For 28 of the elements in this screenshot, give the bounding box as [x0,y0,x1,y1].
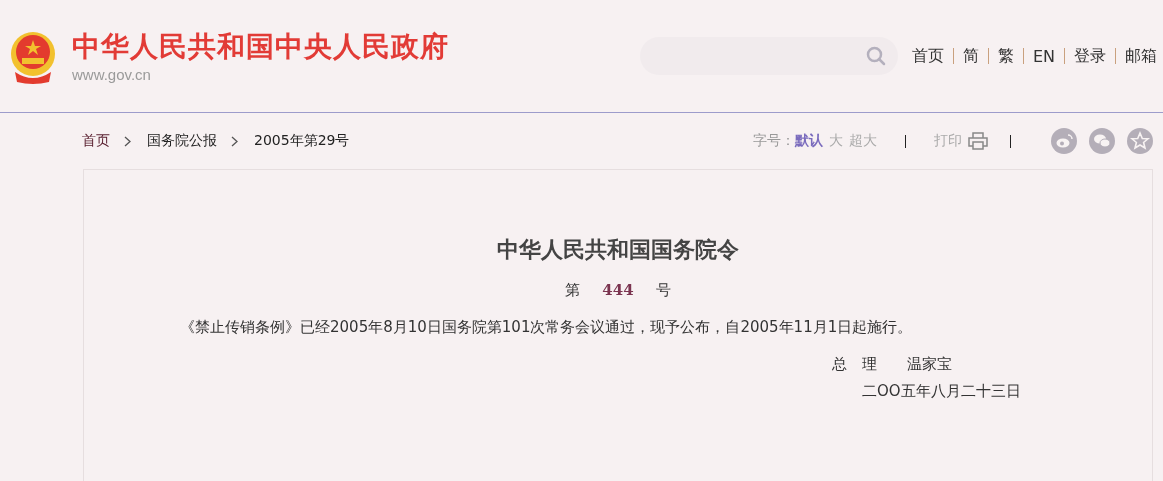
font-size-option[interactable]: 默认 [795,132,823,150]
chevron-icon[interactable] [231,135,238,147]
order-suffix: 号 [655,281,671,300]
wechat-icon[interactable] [1089,128,1115,154]
signer-name: 温家宝 [907,355,952,374]
site-title: 中华人民共和国中央人民政府 [72,29,449,64]
nav-link[interactable]: EN [1032,46,1055,66]
breadcrumb-link[interactable]: 国务院公报 [147,132,217,150]
search-icon [865,46,886,66]
chevron-icon[interactable] [124,135,131,147]
nav-link[interactable]: 繁 [997,45,1014,67]
site-url: www.gov.cn [72,65,152,83]
weibo-icon[interactable] [1051,128,1077,154]
printer-icon[interactable] [968,132,988,150]
order-prefix: 第 [565,281,581,300]
font-size-label: 字号： [753,132,795,150]
date-text: 二OO五年八月二十三日 [862,382,1021,400]
nav-link[interactable]: 简 [962,45,979,67]
order-number: 444 [602,281,634,300]
nav-link[interactable]: 邮箱 [1125,45,1157,67]
breadcrumb-link[interactable]: 首页 [82,132,110,150]
article-title: 中华人民共和国国务院令 [496,236,740,264]
search-field[interactable] [639,37,898,75]
body-paragraph: 《禁止传销条例》已经2005年8月10日国务院第101次常务会议通过，现予公布，自2005年11月1日起施行。 [180,318,914,337]
breadcrumb-link[interactable]: 2005年第29号 [254,132,350,150]
signer-title: 总 理 [832,355,877,374]
nav-link[interactable]: 登录 [1074,45,1106,67]
nav-link[interactable]: 首页 [911,45,944,67]
